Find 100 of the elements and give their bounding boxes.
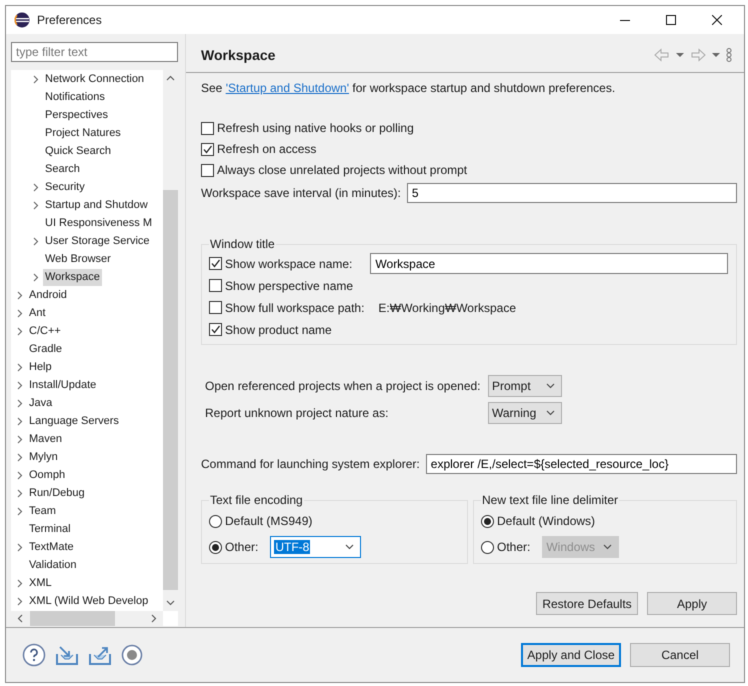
checkbox[interactable] (209, 323, 222, 336)
scroll-left-icon (17, 614, 23, 623)
tree-item[interactable]: Web Browser (43, 250, 113, 268)
tree-item[interactable]: Workspace (43, 268, 102, 286)
command-field[interactable]: explorer /E,/select=${selected_resource_loc} (426, 454, 737, 474)
workspace-name-field[interactable]: Workspace (370, 253, 728, 274)
tree-item[interactable]: Project Natures (43, 124, 123, 142)
chevron-right-icon[interactable] (17, 416, 23, 426)
dropdown[interactable]: Warning (488, 402, 562, 424)
radio-button[interactable] (209, 514, 222, 528)
chevron-right-icon[interactable] (17, 290, 23, 300)
chevron-right-icon[interactable] (33, 182, 39, 192)
tree-item[interactable]: Validation (27, 556, 78, 574)
tree-item[interactable]: Oomph (27, 466, 68, 484)
chevron-right-icon[interactable] (17, 362, 23, 372)
chevron-right-icon[interactable] (17, 542, 23, 552)
tree-item[interactable]: XML (Wild Web Develop (27, 592, 150, 610)
scroll-right-icon (151, 614, 157, 623)
tree-item[interactable]: Java (27, 394, 54, 412)
tree-item[interactable]: Maven (27, 430, 64, 448)
chevron-right-icon[interactable] (17, 326, 23, 336)
radio-button[interactable] (481, 514, 494, 528)
tree-item[interactable]: UI Responsiveness M (43, 214, 154, 232)
radio-label: Default (Windows) (497, 514, 596, 528)
tree-item[interactable]: Search (43, 160, 82, 178)
checkbox[interactable] (209, 257, 222, 270)
dialog-button[interactable]: Cancel (630, 643, 730, 667)
chevron-right-icon[interactable] (17, 380, 23, 390)
field-label: Workspace save interval (in minutes): (201, 186, 401, 200)
record-icon[interactable] (121, 644, 143, 666)
chevron-right-icon[interactable] (17, 578, 23, 588)
tree-item[interactable]: Install/Update (27, 376, 98, 394)
dropdown[interactable]: Prompt (488, 375, 562, 397)
chevron-right-icon[interactable] (17, 452, 23, 462)
check-icon (210, 324, 221, 335)
group-title: Text file encoding (209, 493, 304, 508)
tree-item[interactable]: Terminal (27, 520, 73, 538)
tree-item[interactable]: Mylyn (27, 448, 60, 466)
chevron-right-icon[interactable] (17, 434, 23, 444)
checkbox-label: Refresh on access (217, 142, 316, 156)
chevron-right-icon[interactable] (33, 74, 39, 84)
chevron-right-icon[interactable] (17, 470, 23, 480)
tree-item[interactable]: Android (27, 286, 69, 304)
chevron-right-icon[interactable] (33, 272, 39, 282)
more-menu-icon[interactable] (726, 48, 732, 62)
tree-item[interactable]: Startup and Shutdow (43, 196, 150, 214)
tree-item[interactable]: Team (27, 502, 58, 520)
radio-button[interactable] (209, 540, 222, 554)
chevron-right-icon[interactable] (33, 236, 39, 246)
tree-item[interactable]: Language Servers (27, 412, 121, 430)
chevron-down-icon (345, 544, 354, 550)
checkbox-label: Show product name (225, 322, 332, 336)
chevron-right-icon[interactable] (17, 308, 23, 318)
chevron-down-icon (546, 410, 555, 416)
checkbox[interactable] (209, 279, 222, 292)
tree-item[interactable]: Run/Debug (27, 484, 87, 502)
dropdown-caret-icon[interactable] (712, 53, 720, 57)
tree-item[interactable]: Notifications (43, 88, 107, 106)
dropdown-caret-icon[interactable] (676, 53, 684, 57)
chevron-right-icon[interactable] (17, 506, 23, 516)
tree-item[interactable]: Security (43, 178, 87, 196)
tree-item[interactable]: Perspectives (43, 106, 110, 124)
close-icon[interactable] (712, 15, 722, 25)
tree-item[interactable]: Ant (27, 304, 48, 322)
checkbox-label: Show perspective name (225, 278, 354, 292)
tree-item[interactable]: TextMate (27, 538, 76, 556)
help-icon[interactable] (22, 643, 46, 667)
eclipse-icon (14, 12, 30, 28)
chevron-right-icon[interactable] (33, 200, 39, 210)
field-label: Command for launching system explorer: (201, 457, 420, 471)
checkbox-label: Show full workspace path: (225, 300, 364, 314)
checkbox[interactable] (201, 164, 214, 176)
filter-field[interactable]: type filter text (11, 42, 178, 62)
tree-item[interactable]: XML (27, 574, 54, 592)
tree-item[interactable]: User Storage Service (43, 232, 152, 250)
dialog-button[interactable]: Apply and Close (521, 643, 621, 667)
intro-text: See 'Startup and Shutdown' for workspace startup and shutdown preferences. (201, 80, 616, 96)
tree-item[interactable]: Quick Search (43, 142, 114, 160)
page-button[interactable]: Restore Defaults (536, 592, 638, 615)
vertical-scrollbar[interactable] (163, 70, 178, 611)
chevron-right-icon[interactable] (17, 398, 23, 408)
page-button[interactable]: Apply (647, 592, 737, 615)
tree-item[interactable]: Gradle (27, 340, 64, 358)
checkbox[interactable] (201, 142, 214, 156)
interval-field[interactable]: 5 (406, 183, 737, 203)
radio-label: Other: (225, 540, 258, 554)
startup-link[interactable]: 'Startup and Shutdown' (226, 81, 350, 95)
radio-label: Default (MS949) (225, 514, 312, 528)
tree-item[interactable]: C/C++ (27, 322, 63, 340)
dropdown[interactable]: UTF-8 (270, 536, 362, 558)
checkbox[interactable] (201, 122, 214, 134)
chevron-right-icon[interactable] (17, 596, 23, 606)
tree-item[interactable]: Network Connection (43, 70, 146, 88)
horizontal-scrollbar[interactable] (11, 611, 163, 626)
maximize-icon[interactable] (666, 15, 676, 25)
tree-item[interactable]: Help (27, 358, 54, 376)
checkbox[interactable] (209, 301, 222, 314)
chevron-right-icon[interactable] (17, 488, 23, 498)
page-title: Workspace (201, 47, 276, 63)
scroll-up-icon (166, 75, 175, 81)
